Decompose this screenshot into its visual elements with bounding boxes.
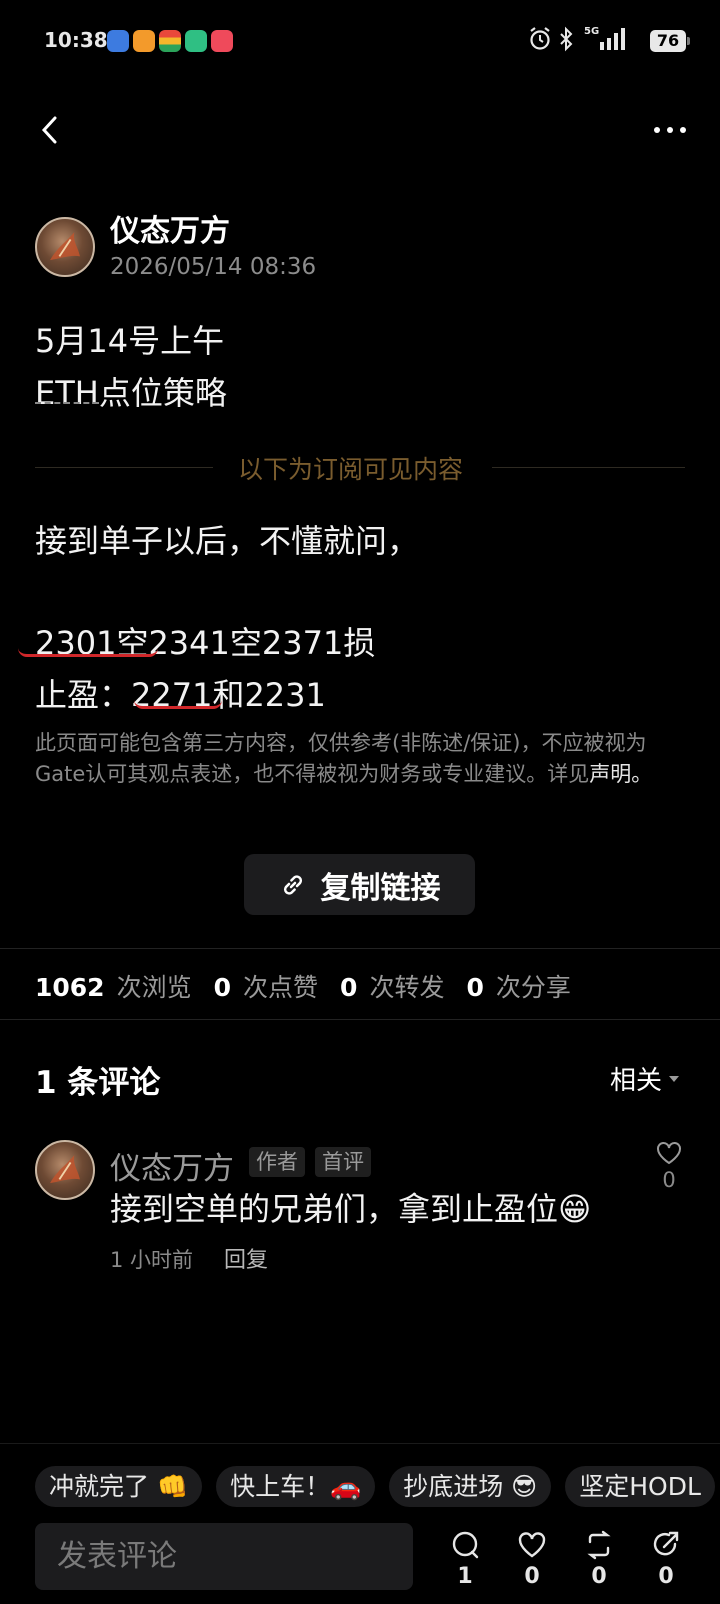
post-title-line-2: ETH点位策略 <box>35 374 227 412</box>
commenter-name[interactable]: 仪态万方 <box>110 1143 234 1188</box>
post-body-line-2: 2301空2341空2371损 <box>35 624 376 662</box>
copy-link-label: 复制链接 <box>320 870 441 906</box>
author-avatar[interactable] <box>35 217 95 277</box>
views-label: 次浏览 <box>116 973 192 1002</box>
views-count: 1062 <box>35 973 105 1002</box>
quick-reply-chip[interactable]: 坚定HODL <box>565 1466 715 1507</box>
sort-label: 相关 <box>610 1066 663 1096</box>
heart-icon <box>657 1142 681 1165</box>
reposts-count: 0 <box>340 973 358 1002</box>
alarm-icon <box>528 26 552 52</box>
heart-icon <box>518 1532 546 1558</box>
battery-indicator: 76 <box>650 30 690 52</box>
comments-title: 1 条评论 <box>35 1065 161 1101</box>
shares-label: 次分享 <box>495 973 571 1002</box>
repost-count: 0 <box>591 1564 607 1589</box>
eth-tag-underline <box>35 402 99 404</box>
comment-sort-dropdown[interactable]: 相关 <box>610 1060 680 1097</box>
comment-text: 接到空单的兄弟们，拿到止盈位😁 <box>110 1190 592 1228</box>
disclaimer-text: 此页面可能包含第三方内容，仅供参考(非陈述/保证)，不应被视为Gate认可其观点… <box>35 731 653 786</box>
link-icon <box>283 874 302 895</box>
comment-time: 1 小时前 <box>110 1248 194 1272</box>
more-options-button[interactable] <box>645 110 695 150</box>
quick-reply-row: 冲就完了 👊 快上车！🚗 抄底进场 😎 坚定HODL <box>35 1466 715 1507</box>
like-count: 0 <box>524 1564 540 1589</box>
app-icon-wallet <box>159 30 181 52</box>
comment-icon <box>452 1531 479 1559</box>
more-dots-icon <box>654 127 686 133</box>
section-divider <box>0 948 720 949</box>
first-comment-tag: 首评 <box>315 1147 371 1177</box>
subscriber-content-label: 以下为订阅可见内容 <box>238 455 464 484</box>
back-button[interactable] <box>30 110 70 150</box>
share-count: 0 <box>658 1564 674 1589</box>
bluetooth-icon <box>558 26 574 52</box>
app-icon-tv <box>185 30 207 52</box>
signal-icon <box>598 26 628 52</box>
likes-label: 次点赞 <box>243 973 319 1002</box>
quick-reply-chip[interactable]: 抄底进场 😎 <box>389 1466 552 1507</box>
divider-line-left <box>35 467 213 468</box>
like-action-button[interactable]: 0 <box>512 1530 552 1589</box>
chevron-left-icon <box>41 116 57 144</box>
status-time: 10:38 <box>44 28 108 52</box>
repost-action-button[interactable]: 0 <box>579 1530 619 1589</box>
app-icon-play <box>211 30 233 52</box>
annotation-stroke-1 <box>18 648 158 657</box>
share-action-button[interactable]: 0 <box>646 1530 686 1589</box>
disclaimer-link[interactable]: 声明 <box>589 762 631 786</box>
app-icon-browser <box>107 30 129 52</box>
section-divider <box>0 1019 720 1020</box>
reply-button[interactable]: 回复 <box>224 1242 268 1274</box>
comment-action-button[interactable]: 1 <box>445 1530 485 1589</box>
app-icon-video <box>133 30 155 52</box>
bottom-bar-divider <box>0 1443 720 1444</box>
comment-like-button[interactable]: 0 <box>652 1140 686 1192</box>
network-type: 5G <box>584 26 600 37</box>
caret-down-icon <box>669 1075 680 1082</box>
share-icon <box>653 1531 679 1556</box>
reposts-label: 次转发 <box>369 973 445 1002</box>
post-body-line-1: 接到单子以后，不懂就问， <box>35 522 420 560</box>
author-tag: 作者 <box>249 1147 305 1177</box>
annotation-stroke-2 <box>134 700 222 709</box>
quick-reply-chip[interactable]: 冲就完了 👊 <box>35 1466 203 1507</box>
comment-input[interactable]: 发表评论 <box>35 1523 413 1590</box>
post-stats: 1062 次浏览 0 次点赞 0 次转发 0 次分享 <box>35 968 593 1004</box>
post-title-line-1: 5月14号上午 <box>35 322 225 360</box>
quick-reply-chip[interactable]: 快上车！🚗 <box>216 1466 376 1507</box>
post-body-line-3: 止盈：2271和2231 <box>35 676 326 714</box>
likes-count: 0 <box>213 973 232 1002</box>
commenter-avatar[interactable] <box>35 1140 95 1200</box>
comment-count: 1 <box>457 1564 473 1589</box>
divider-line-right <box>492 467 685 468</box>
repost-icon <box>587 1530 611 1560</box>
author-name[interactable]: 仪态万方 <box>110 206 230 250</box>
comment-like-count: 0 <box>662 1168 676 1192</box>
copy-link-button[interactable]: 复制链接 <box>244 854 475 915</box>
post-timestamp: 2026/05/14 08:36 <box>110 254 317 280</box>
shares-count: 0 <box>466 973 484 1002</box>
